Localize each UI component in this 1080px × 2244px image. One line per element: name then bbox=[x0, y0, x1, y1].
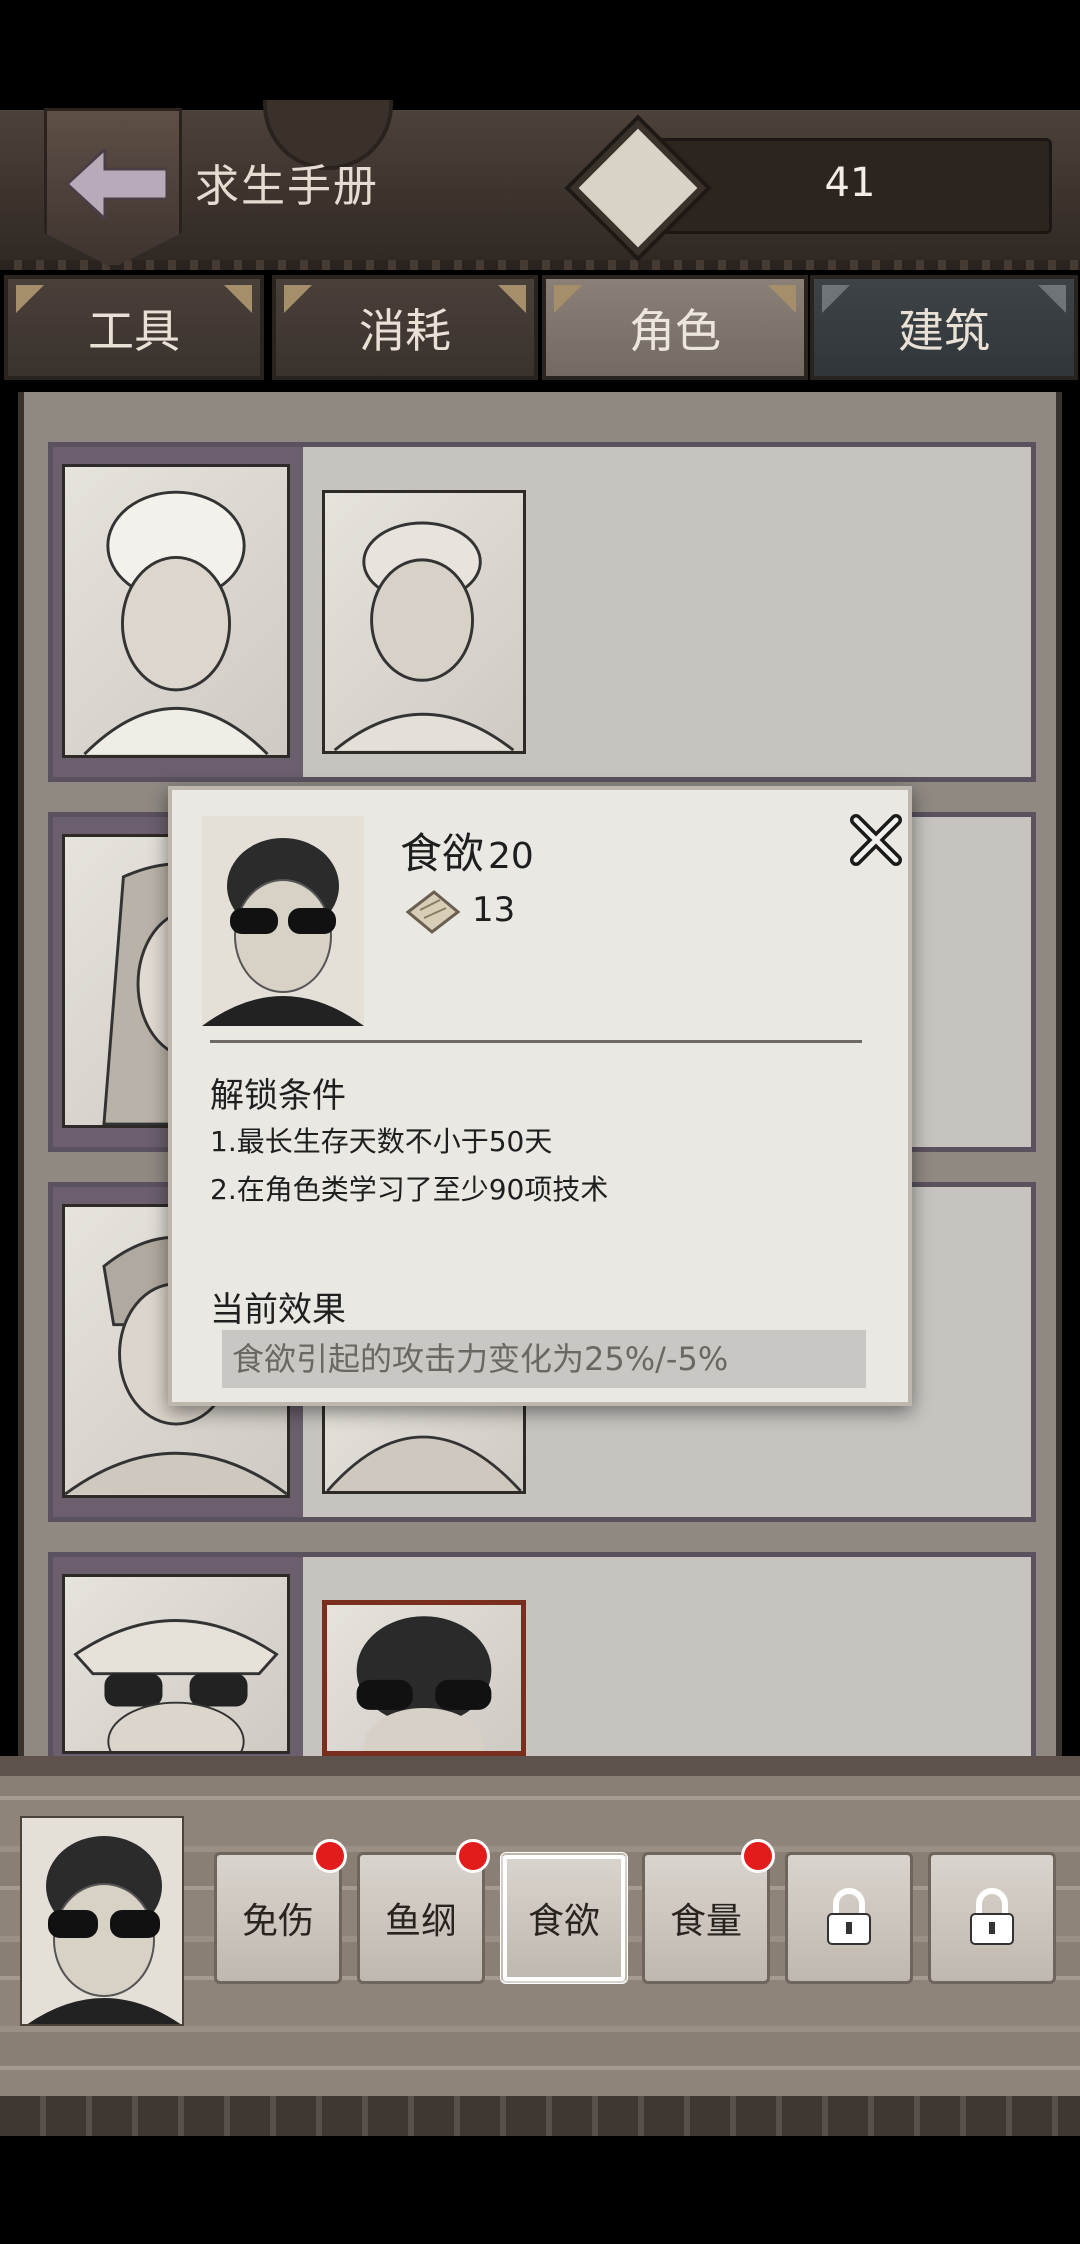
skill-level: 20 bbox=[488, 836, 534, 877]
tab-character[interactable]: 角色 bbox=[542, 275, 808, 380]
popup-character-portrait bbox=[202, 816, 364, 1026]
close-x-icon[interactable] bbox=[848, 812, 904, 868]
character-portrait-sunhat[interactable] bbox=[62, 1574, 290, 1754]
character-portrait-cook[interactable] bbox=[322, 490, 526, 754]
lock-icon bbox=[970, 1888, 1014, 1945]
skill-button-damage-reduction[interactable]: 免伤 bbox=[214, 1839, 347, 1984]
character-portrait-chef[interactable] bbox=[62, 464, 290, 758]
tab-label: 建筑 bbox=[898, 303, 990, 358]
currency-value: 41 bbox=[824, 160, 876, 206]
tab-label: 角色 bbox=[629, 303, 721, 358]
skill-name-text: 食欲 bbox=[400, 829, 485, 878]
current-effect-title: 当前效果 bbox=[210, 1290, 346, 1330]
skill-label: 免伤 bbox=[241, 1901, 314, 1942]
unlock-conditions-title: 解锁条件 bbox=[210, 1076, 346, 1116]
back-arrow-icon bbox=[67, 149, 167, 219]
skill-detail-popup: 食欲 20 13 解锁条件 1.最长生存天数不小于50天 2.在角色类学习了至少9… bbox=[168, 786, 912, 1406]
tab-building[interactable]: 建筑 bbox=[810, 275, 1078, 380]
skill-button-fish[interactable]: 鱼纲 bbox=[357, 1839, 490, 1984]
tab-label: 工具 bbox=[88, 303, 180, 358]
skill-button-locked[interactable] bbox=[928, 1852, 1056, 1984]
skill-label: 食欲 bbox=[527, 1901, 600, 1942]
tab-consumables[interactable]: 消耗 bbox=[272, 275, 538, 380]
page-title: 求生手册 bbox=[195, 161, 379, 212]
game-screen: { "header": { "title": "求生手册", "currency… bbox=[0, 0, 1080, 2244]
tab-label: 消耗 bbox=[359, 303, 451, 358]
notification-badge bbox=[456, 1839, 490, 1873]
notification-badge bbox=[741, 1839, 775, 1873]
lock-icon bbox=[827, 1888, 871, 1945]
skill-name: 食欲 20 bbox=[400, 820, 534, 881]
unlock-condition-1: 1.最长生存天数不小于50天 bbox=[210, 1125, 553, 1158]
current-effect-text: 食欲引起的攻击力变化为25%/-5% bbox=[222, 1330, 866, 1388]
unlock-condition-2: 2.在角色类学习了至少90项技术 bbox=[210, 1173, 609, 1206]
skill-button-appetite[interactable]: 食欲 bbox=[500, 1852, 628, 1984]
paper-scroll-icon bbox=[405, 890, 461, 934]
divider bbox=[210, 1040, 862, 1043]
skill-button-locked[interactable] bbox=[785, 1852, 913, 1984]
skill-label: 鱼纲 bbox=[384, 1901, 457, 1942]
skill-cost: 13 bbox=[472, 890, 516, 930]
skill-label: 食量 bbox=[669, 1901, 742, 1942]
notification-badge bbox=[313, 1839, 347, 1873]
skill-button-food-intake[interactable]: 食量 bbox=[642, 1839, 775, 1984]
character-portrait-selected[interactable] bbox=[322, 1600, 526, 1756]
tab-tools[interactable]: 工具 bbox=[4, 275, 264, 380]
selected-character-portrait bbox=[20, 1816, 184, 2026]
